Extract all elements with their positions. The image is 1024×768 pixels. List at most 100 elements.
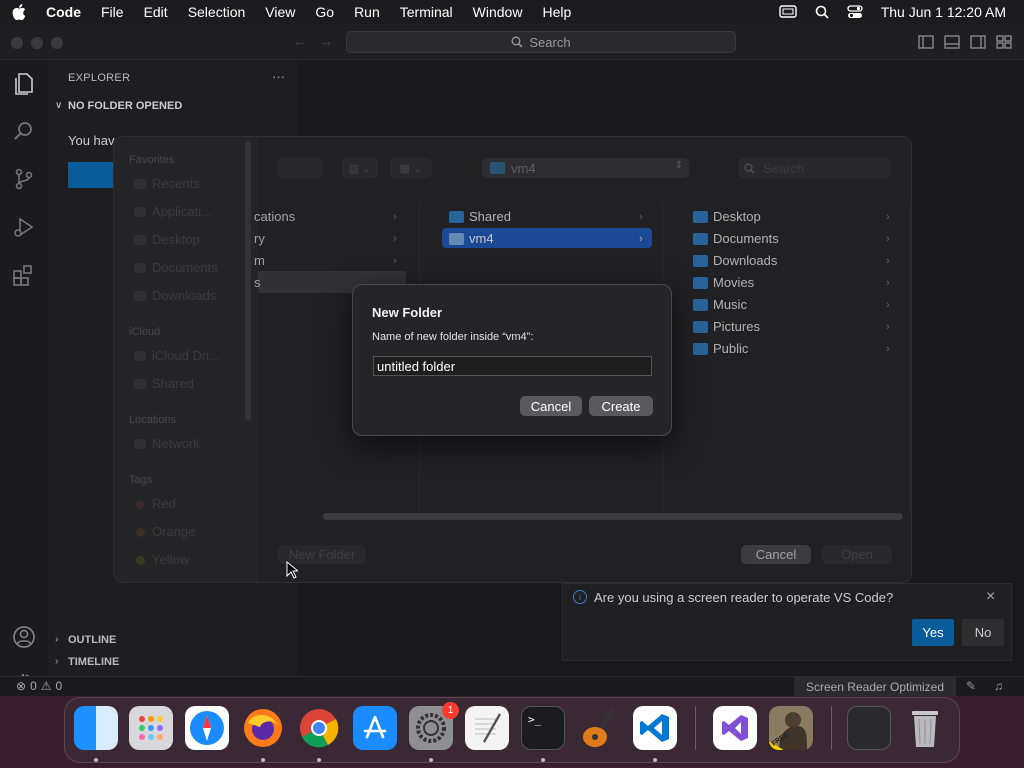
menu-run[interactable]: Run xyxy=(354,4,380,20)
tag-orange-dot xyxy=(136,528,145,537)
column2-item-vm4[interactable]: vm4 xyxy=(469,231,494,246)
column3-item-pictures[interactable]: Pictures xyxy=(713,319,760,334)
chevron-right-icon: › xyxy=(393,211,397,223)
sidebar-item-applications[interactable]: Applicati... xyxy=(152,204,212,219)
problems-status[interactable]: ⊗ 0 ⚠ 0 xyxy=(16,679,62,693)
notification-badge: 1 xyxy=(442,702,459,719)
menu-file[interactable]: File xyxy=(101,4,124,20)
explorer-icon[interactable] xyxy=(11,70,37,96)
screen-mirroring-icon[interactable] xyxy=(778,5,797,19)
run-debug-icon[interactable] xyxy=(11,214,37,240)
new-folder-cancel-button[interactable]: Cancel xyxy=(520,396,582,416)
tag-red[interactable]: Red xyxy=(152,496,176,511)
no-folder-section[interactable]: NO FOLDER OPENED xyxy=(68,100,182,112)
minimize-window-button[interactable] xyxy=(31,37,43,49)
finder-icon[interactable] xyxy=(74,706,118,750)
menu-go[interactable]: Go xyxy=(315,4,334,20)
close-window-button[interactable] xyxy=(11,37,23,49)
info-icon: i xyxy=(573,590,587,604)
sidebar-item-documents[interactable]: Documents xyxy=(152,260,218,275)
terminal-icon[interactable]: >_ xyxy=(521,706,565,750)
new-folder-create-button[interactable]: Create xyxy=(589,396,653,416)
spotlight-search-icon[interactable] xyxy=(815,5,829,19)
textedit-icon[interactable] xyxy=(465,706,509,750)
column1-item-applications[interactable]: cations xyxy=(254,209,295,224)
folder-icon xyxy=(449,211,464,223)
launchpad-icon[interactable] xyxy=(129,706,173,750)
menu-help[interactable]: Help xyxy=(542,4,571,20)
chrome-icon[interactable] xyxy=(297,706,341,750)
panel-open-button[interactable]: Open xyxy=(822,545,892,564)
timeline-section[interactable]: TIMELINE xyxy=(68,656,119,668)
customize-layout-icon[interactable] xyxy=(996,35,1012,49)
back-arrow-icon[interactable]: ← xyxy=(293,33,307,49)
panel-cancel-button[interactable]: Cancel xyxy=(741,545,811,564)
toggle-secondary-sidebar-icon[interactable] xyxy=(970,35,986,49)
garageband-icon[interactable] xyxy=(577,706,621,750)
panel-search-field[interactable]: Search xyxy=(738,158,891,178)
command-center-search[interactable]: Search xyxy=(346,31,736,53)
trash-icon[interactable] xyxy=(903,706,947,750)
zoom-window-button[interactable] xyxy=(51,37,63,49)
column1-item-library[interactable]: ry xyxy=(254,231,265,246)
sidebar-item-recents[interactable]: Recents xyxy=(152,176,200,191)
column2-item-shared[interactable]: Shared xyxy=(469,209,511,224)
screen-reader-status[interactable]: Screen Reader Optimized xyxy=(794,677,956,696)
explorer-more-actions[interactable]: ··· xyxy=(272,69,285,84)
column3-item-music[interactable]: Music xyxy=(713,297,747,312)
menu-app-code[interactable]: Code xyxy=(46,4,81,20)
menu-selection[interactable]: Selection xyxy=(188,4,246,20)
outline-section[interactable]: OUTLINE xyxy=(68,634,116,646)
tag-yellow[interactable]: Yellow xyxy=(152,552,189,567)
tag-orange[interactable]: Orange xyxy=(152,524,195,539)
close-notification-icon[interactable]: × xyxy=(986,588,995,606)
back-forward-buttons[interactable] xyxy=(277,158,323,178)
search-view-icon[interactable] xyxy=(11,118,37,144)
column3-item-downloads[interactable]: Downloads xyxy=(713,253,777,268)
no-button[interactable]: No xyxy=(962,619,1004,646)
column3-item-documents[interactable]: Documents xyxy=(713,231,779,246)
extensions-icon[interactable] xyxy=(11,262,37,288)
sidebar-item-icloud-drive[interactable]: iCloud Dri... xyxy=(152,348,220,363)
sidebar-item-desktop[interactable]: Desktop xyxy=(152,232,200,247)
menu-view[interactable]: View xyxy=(265,4,295,20)
forward-arrow-icon[interactable]: → xyxy=(319,33,333,49)
group-button[interactable]: ▦ ⌄ xyxy=(390,158,432,178)
accounts-icon[interactable] xyxy=(11,624,37,650)
notifications-bell-icon[interactable]: ♫ xyxy=(994,679,1003,693)
toggle-panel-icon[interactable] xyxy=(944,35,960,49)
menu-terminal[interactable]: Terminal xyxy=(400,4,453,20)
source-control-icon[interactable] xyxy=(11,166,37,192)
toggle-primary-sidebar-icon[interactable] xyxy=(918,35,934,49)
horizontal-scrollbar[interactable] xyxy=(323,513,903,520)
screenshot-thumbnail-icon[interactable] xyxy=(847,706,891,750)
menu-window[interactable]: Window xyxy=(473,4,523,20)
location-popup[interactable]: vm4 ⇕ xyxy=(482,158,689,178)
view-mode-button[interactable]: ▥ ⌄ xyxy=(342,158,378,178)
column3-item-public[interactable]: Public xyxy=(713,341,748,356)
column3-item-movies[interactable]: Movies xyxy=(713,275,754,290)
folder-icon xyxy=(693,211,708,223)
sidebar-item-shared[interactable]: Shared xyxy=(152,376,194,391)
control-center-icon[interactable] xyxy=(847,5,863,19)
app-store-icon[interactable] xyxy=(353,706,397,750)
sidebar-item-downloads[interactable]: Downloads xyxy=(152,288,216,303)
visual-studio-icon[interactable] xyxy=(713,706,757,750)
safari-icon[interactable] xyxy=(185,706,229,750)
chevron-right-icon: › xyxy=(886,277,890,289)
vscode-icon[interactable] xyxy=(633,706,677,750)
open-folder-button[interactable] xyxy=(68,162,116,188)
menu-clock[interactable]: Thu Jun 1 12:20 AM xyxy=(881,4,1006,20)
the-thinker-app-icon[interactable]: FREE xyxy=(769,706,813,750)
feedback-icon[interactable]: ✎ xyxy=(966,679,976,693)
column3-item-desktop[interactable]: Desktop xyxy=(713,209,761,224)
column1-item-system[interactable]: m xyxy=(254,253,265,268)
sidebar-item-network[interactable]: Network xyxy=(152,436,200,451)
column1-item-users[interactable]: s xyxy=(254,275,261,290)
menu-edit[interactable]: Edit xyxy=(144,4,168,20)
yes-button[interactable]: Yes xyxy=(912,619,954,646)
sidebar-scrollbar[interactable] xyxy=(245,141,251,421)
new-folder-name-input[interactable] xyxy=(373,356,652,376)
firefox-icon[interactable] xyxy=(241,706,285,750)
apple-icon[interactable] xyxy=(12,4,26,20)
